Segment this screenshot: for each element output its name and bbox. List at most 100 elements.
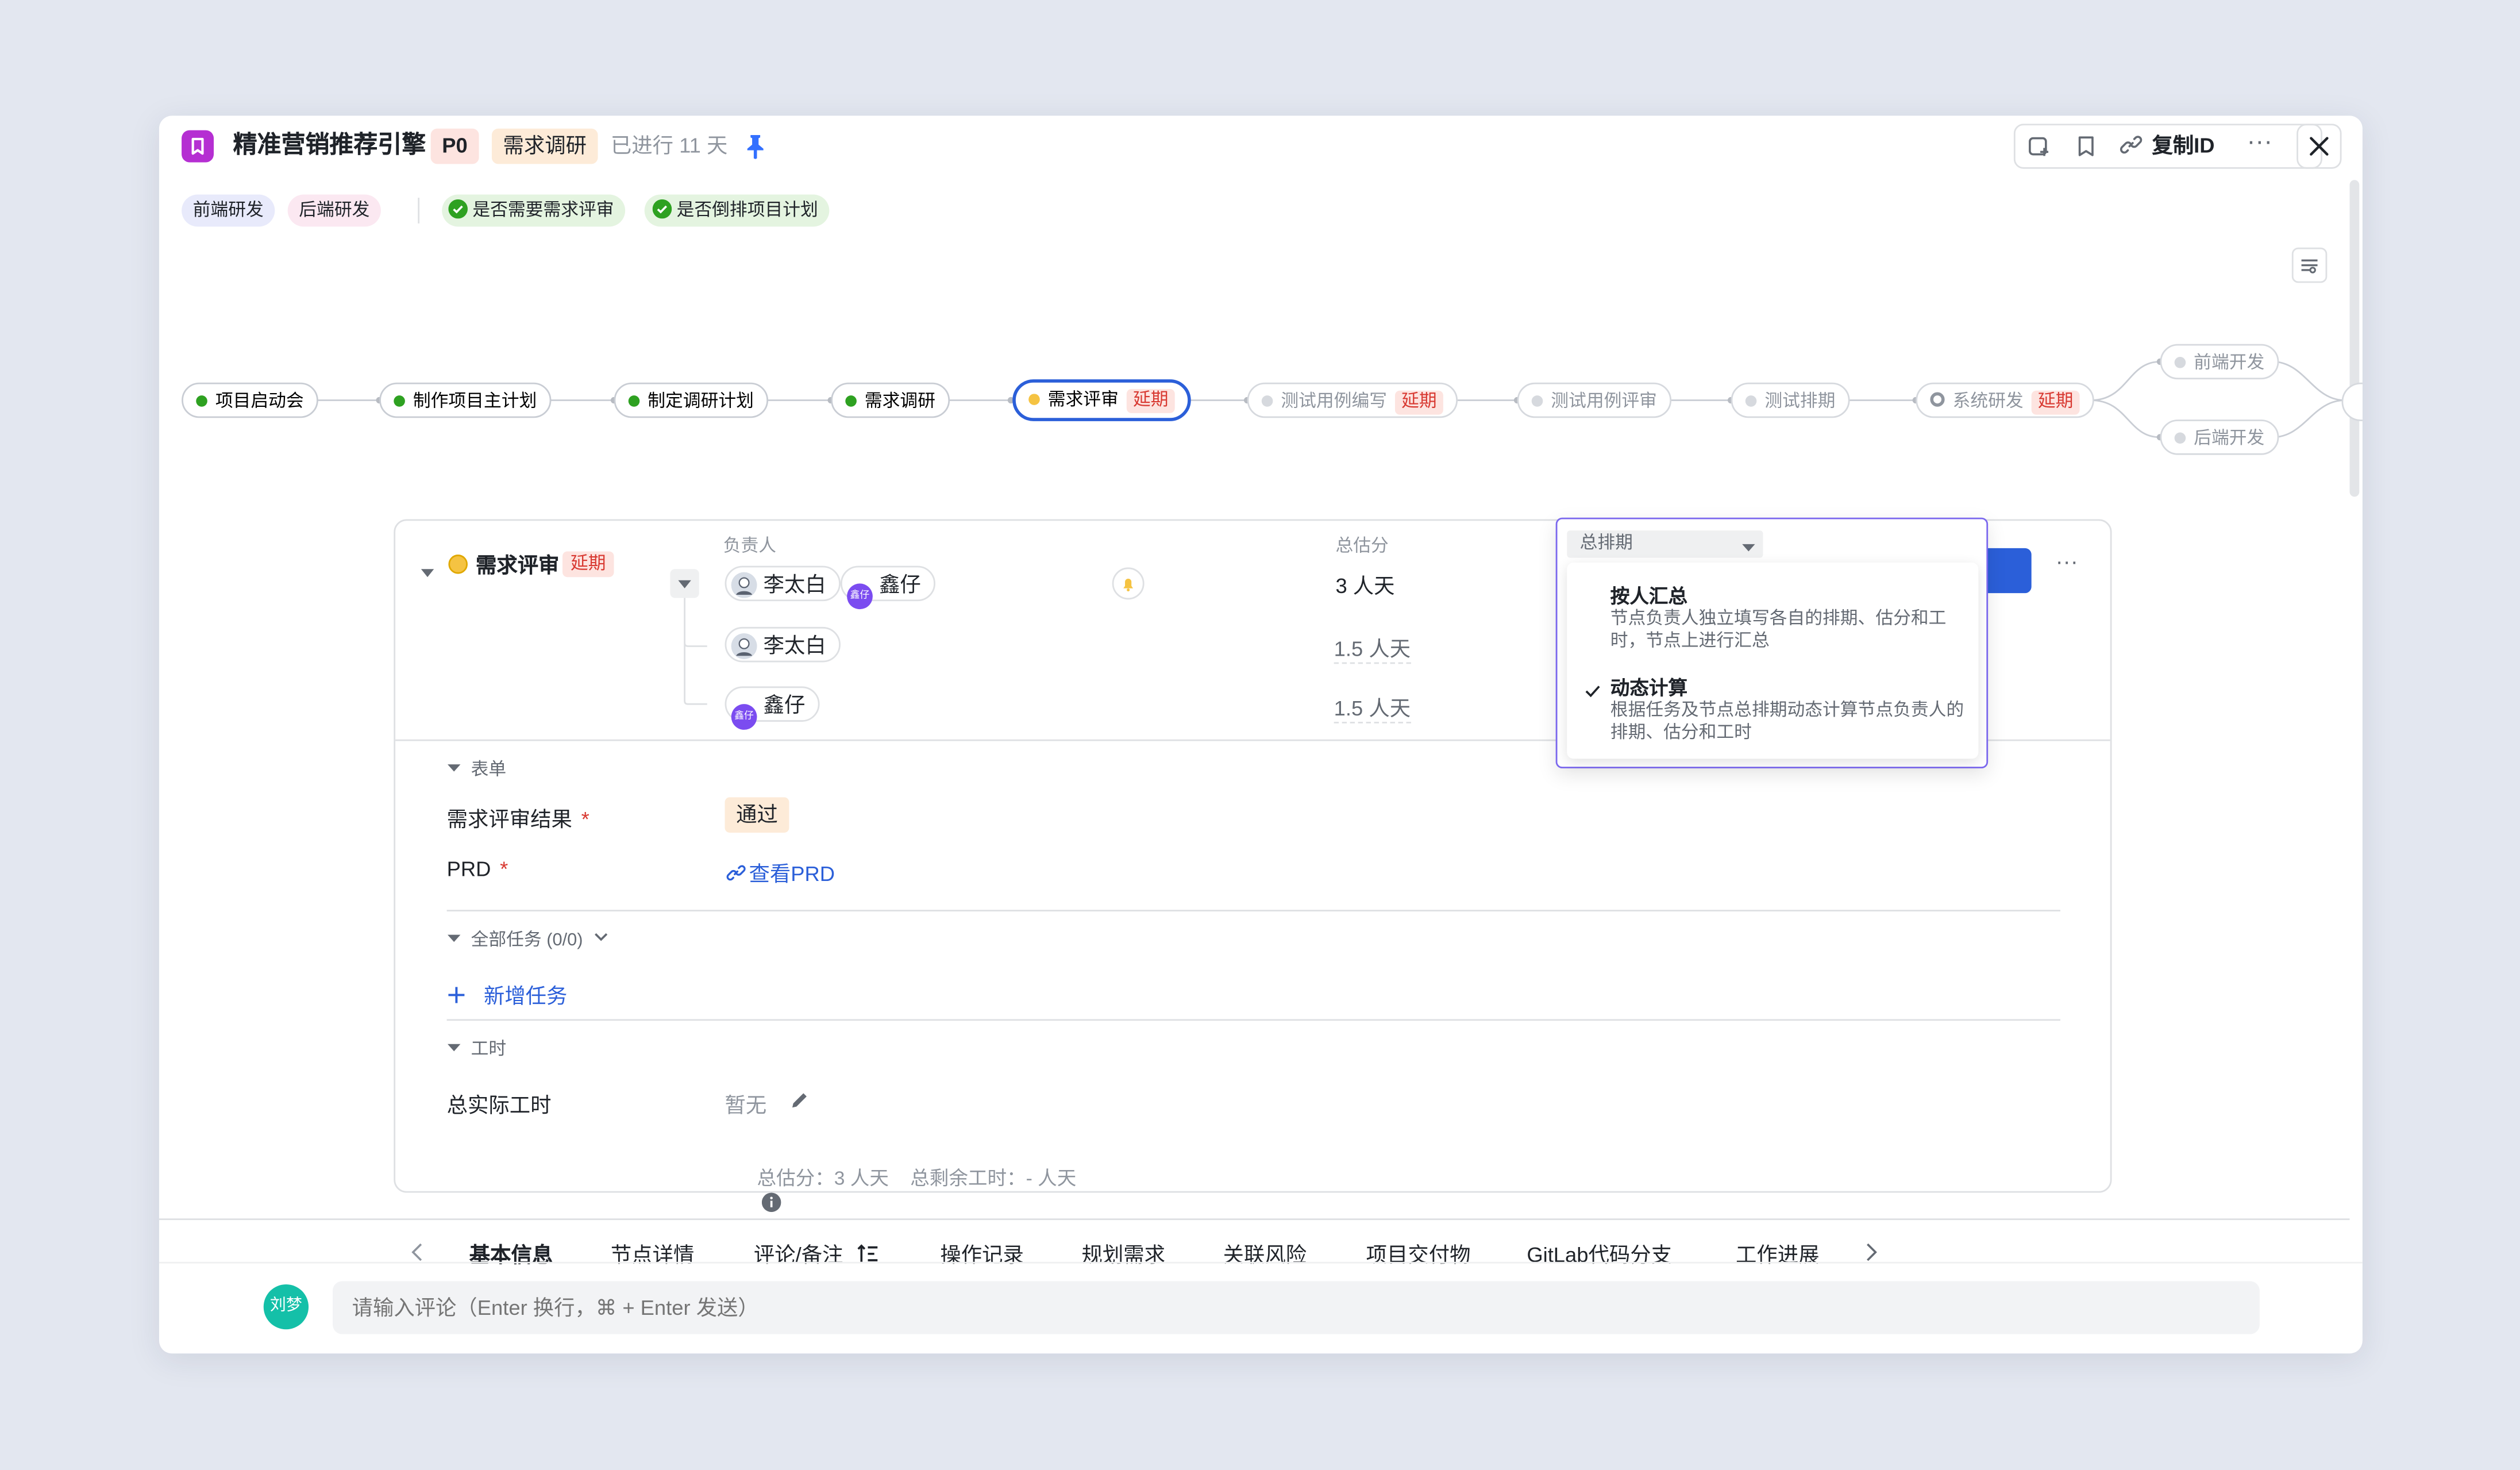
schedule-option-by-person[interactable]: 按人汇总 节点负责人独立填写各自的排期、估分和工时，节点上进行汇总 <box>1567 572 1978 659</box>
late-badge: 延期 <box>2031 390 2080 415</box>
tag-frontend: 前端研发 <box>182 194 275 227</box>
tab-related-risks[interactable]: 关联风险 <box>1223 1238 1307 1268</box>
schedule-option-dynamic[interactable]: 动态计算 根据任务及节点总排期动态计算节点负责人的排期、估分和工时 <box>1567 665 1978 752</box>
pin-icon[interactable] <box>744 133 766 159</box>
link-icon <box>726 863 746 883</box>
flow-node-test-schedule[interactable]: 测试排期 <box>1731 382 1850 418</box>
owner-chip-xinzai-row[interactable]: 鑫仔 鑫仔 <box>725 686 820 730</box>
pending-status-icon <box>2174 432 2186 444</box>
flow-node-research-plan[interactable]: 制定调研计划 <box>614 382 769 418</box>
tasks-section-label: 全部任务 (0/0) <box>471 930 583 951</box>
add-reminder-icon[interactable] <box>2026 133 2052 159</box>
comment-input[interactable] <box>333 1281 2260 1334</box>
tab-gitlab-branches[interactable]: GitLab代码分支 <box>1527 1238 1672 1268</box>
flow-node-label: 项目启动会 <box>215 392 304 412</box>
tab-bar-divider <box>159 1218 2350 1221</box>
close-button[interactable] <box>2296 124 2342 169</box>
project-detail-window: 精准营销推荐引擎 P0 需求调研 已进行 11 天 复制ID ··· 前端研发 … <box>159 116 2363 1354</box>
review-result-value[interactable]: 通过 <box>725 797 789 833</box>
caret-down-icon <box>678 580 691 588</box>
tab-scroll-right-icon[interactable] <box>1863 1241 1879 1261</box>
prd-label: PRD * <box>447 857 508 881</box>
owner-name: 李太白 <box>763 572 826 597</box>
flow-node-test-case-review[interactable]: 测试用例评审 <box>1517 382 1672 418</box>
flow-node-label: 前端开发 <box>2194 353 2265 373</box>
tab-planned-requirements[interactable]: 规划需求 <box>1082 1238 1165 1268</box>
flow-node-frontend-dev[interactable]: 前端开发 <box>2160 344 2279 380</box>
stage-badge: 需求调研 <box>491 128 598 164</box>
user-avatar <box>731 572 757 598</box>
flow-node-label: 制作项目主计划 <box>413 392 537 412</box>
option-desc: 根据任务及节点总排期动态计算节点负责人的排期、估分和工时 <box>1610 701 1964 743</box>
owner-estimate-value[interactable]: 1.5 人天 <box>1334 691 1411 724</box>
tab-work-progress[interactable]: 工作进展 <box>1736 1238 1819 1268</box>
tab-basic-info[interactable]: 基本信息 <box>469 1238 553 1268</box>
owner-chip-xinzai[interactable]: 鑫仔 鑫仔 <box>840 565 936 610</box>
edit-pencil-icon[interactable] <box>789 1090 810 1111</box>
flow-node-system-dev[interactable]: 系统研发 延期 <box>1916 382 2094 418</box>
flow-node-backend-dev[interactable]: 后端开发 <box>2160 420 2279 455</box>
option-title: 动态计算 <box>1610 676 1688 699</box>
done-status-icon <box>628 395 640 407</box>
owner-chip-libai[interactable]: 李太白 <box>725 565 841 602</box>
schedule-select[interactable]: 总排期 <box>1567 530 1763 558</box>
pending-status-icon <box>1261 395 1273 407</box>
review-result-label-text: 需求评审结果 <box>446 807 572 832</box>
copy-id-button[interactable]: 复制ID <box>2120 130 2215 163</box>
total-estimate-value: 3 人天 <box>1335 574 1395 598</box>
app-backdrop: 精准营销推荐引擎 P0 需求调研 已进行 11 天 复制ID ··· 前端研发 … <box>0 0 2520 1469</box>
chevron-down-icon <box>592 929 608 945</box>
flow-node-label: 测试用例编写 <box>1281 392 1387 412</box>
expand-owners-button[interactable] <box>670 569 699 598</box>
node-status-icon <box>448 555 468 574</box>
project-icon <box>182 130 214 163</box>
pending-status-icon <box>1745 395 1757 407</box>
user-avatar <box>731 633 757 659</box>
flow-node-label: 测试排期 <box>1764 392 1836 412</box>
flow-node-label: 需求调研 <box>864 392 935 412</box>
owner-chip-libai-row[interactable]: 李太白 <box>725 626 841 663</box>
tasks-section-toggle[interactable]: 全部任务 (0/0) <box>447 926 609 952</box>
flow-node-label: 需求评审 <box>1047 390 1119 410</box>
check-circle-icon <box>652 198 672 219</box>
tab-deliverables[interactable]: 项目交付物 <box>1366 1238 1471 1268</box>
sort-icon[interactable] <box>857 1244 880 1264</box>
check-tag-review-label: 是否需要需求评审 <box>472 201 614 221</box>
worktime-section-label: 工时 <box>471 1040 507 1060</box>
check-tag-reverse-plan-label: 是否倒排项目计划 <box>676 201 818 221</box>
remind-bell-icon[interactable] <box>1112 567 1145 600</box>
done-status-icon <box>845 395 857 407</box>
pending-status-icon <box>1531 395 1543 407</box>
collapse-caret-icon[interactable] <box>419 559 436 578</box>
owner-tree-lines <box>684 598 707 705</box>
node-more-icon[interactable]: ··· <box>2049 550 2084 579</box>
link-icon <box>2120 133 2143 156</box>
done-status-icon <box>394 395 405 407</box>
worktime-summary-text: 总估分：3 人天 总剩余工时：- 人天 <box>757 1167 1077 1190</box>
bookmark-icon[interactable] <box>2073 133 2099 159</box>
option-title: 按人汇总 <box>1610 585 1688 608</box>
flow-settings-button[interactable] <box>2291 247 2328 283</box>
tab-scroll-left-icon[interactable] <box>410 1241 426 1261</box>
tab-comments[interactable]: 评论/备注 <box>754 1238 880 1268</box>
more-icon[interactable]: ··· <box>2242 129 2278 163</box>
flow-node-research[interactable]: 需求调研 <box>831 382 950 418</box>
flow-node-kickoff[interactable]: 项目启动会 <box>182 382 318 418</box>
tab-operation-log[interactable]: 操作记录 <box>940 1238 1023 1268</box>
prd-link[interactable]: 查看PRD <box>726 857 835 887</box>
current-user-avatar: 刘梦 <box>263 1284 309 1330</box>
add-task-label: 新增任务 <box>483 983 568 1008</box>
info-icon[interactable] <box>761 1192 781 1213</box>
flow-node-label: 系统研发 <box>1952 392 2024 412</box>
tag-backend: 后端研发 <box>287 194 381 227</box>
form-section-toggle[interactable]: 表单 <box>447 756 506 782</box>
flow-node-test-case-writing[interactable]: 测试用例编写 延期 <box>1247 382 1458 418</box>
actual-worktime-value: 暂无 <box>725 1093 767 1118</box>
add-task-button[interactable]: 新增任务 <box>447 979 568 1009</box>
worktime-section-toggle[interactable]: 工时 <box>447 1035 506 1061</box>
owner-estimate-value[interactable]: 1.5 人天 <box>1334 632 1411 664</box>
worktime-summary: 总估分：3 人天 总剩余工时：- 人天 <box>725 1141 1077 1236</box>
tab-node-details[interactable]: 节点详情 <box>611 1238 694 1268</box>
flow-node-master-plan[interactable]: 制作项目主计划 <box>379 382 552 418</box>
flow-node-review-current[interactable]: 需求评审 延期 <box>1012 379 1191 421</box>
